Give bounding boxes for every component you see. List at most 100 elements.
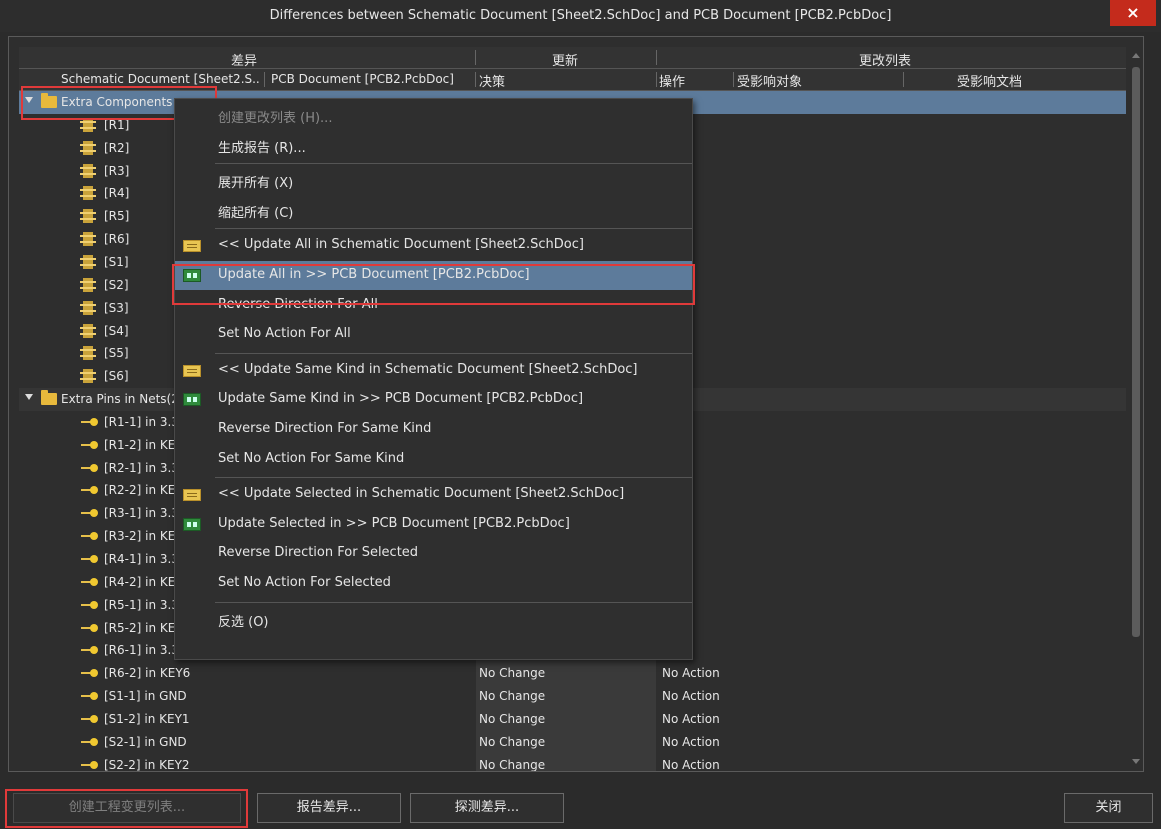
pin-icon	[81, 486, 98, 495]
component-label: [S6]	[104, 369, 129, 384]
menu-item[interactable]: Reverse Direction For Selected	[175, 539, 692, 568]
report-differences-button[interactable]: 报告差异...	[257, 793, 401, 823]
menu-item-label: Reverse Direction For All	[218, 296, 378, 312]
pin-icon	[81, 440, 98, 449]
folder-icon	[41, 93, 57, 108]
pin-icon	[81, 600, 98, 609]
pin-label: [R6-1] in 3.3	[104, 643, 179, 658]
decision-cell[interactable]: No Change	[476, 730, 656, 754]
pcb-doc-icon	[183, 393, 201, 407]
action-text: No Action	[662, 666, 720, 681]
component-icon	[80, 140, 96, 155]
pin-icon	[81, 669, 98, 678]
menu-item[interactable]: Set No Action For Selected	[175, 569, 692, 598]
menu-item[interactable]: 反选 (O)	[175, 605, 692, 634]
pin-label: [R1-2] in KEY	[104, 437, 183, 452]
header-row-columns: Schematic Document [Sheet2.S... PCB Docu…	[19, 69, 1126, 91]
header-changelist: 更改列表	[859, 54, 912, 69]
menu-item[interactable]: << Update Selected in Schematic Document…	[175, 480, 692, 509]
pin-label: [R6-2] in KEY6	[104, 666, 191, 681]
column-schematic-doc[interactable]: Schematic Document [Sheet2.S...	[61, 72, 261, 86]
pin-icon	[81, 509, 98, 518]
pin-icon	[81, 555, 98, 563]
pcb-doc-icon	[183, 517, 201, 531]
action-cell: No Action	[659, 662, 799, 685]
action-cell: No Action	[659, 731, 799, 754]
expand-triangle-icon[interactable]	[25, 97, 33, 103]
menu-item[interactable]: Update Selected in >> PCB Document [PCB2…	[175, 510, 692, 539]
pin-icon	[81, 417, 98, 426]
component-label: [R5]	[104, 209, 130, 224]
decision-text: No Change	[479, 734, 546, 749]
column-action[interactable]: 操作	[659, 71, 685, 90]
menu-item[interactable]: 创建更改列表 (H)...	[175, 101, 692, 130]
action-cell: No Action	[659, 708, 799, 731]
pin-row[interactable]: [S2-2] in KEY2 No Change No Action	[19, 753, 1126, 771]
action-text: No Action	[662, 689, 720, 704]
pin-row[interactable]: [R6-2] in KEY6 No Change No Action	[19, 662, 1126, 686]
menu-item[interactable]: Reverse Direction For Same Kind	[175, 415, 692, 444]
component-label: [R4]	[104, 186, 130, 201]
scroll-thumb[interactable]	[1132, 67, 1140, 637]
menu-item[interactable]: Set No Action For Same Kind	[175, 445, 692, 474]
decision-cell[interactable]: No Change	[476, 662, 656, 686]
menu-item-label: Update Same Kind in >> PCB Document [PCB…	[218, 391, 584, 407]
component-icon	[80, 232, 96, 247]
header-diff: 差异	[231, 54, 258, 69]
menu-item-label: << Update All in Schematic Document [She…	[218, 237, 584, 253]
component-label: [R2]	[104, 140, 130, 155]
component-icon	[80, 117, 96, 132]
menu-item-label: 反选 (O)	[218, 614, 269, 630]
action-cell: No Action	[659, 685, 799, 708]
close-button[interactable]: 关闭	[1064, 793, 1153, 823]
pin-row[interactable]: [S2-1] in GND No Change No Action	[19, 730, 1126, 754]
menu-item[interactable]: << Update All in Schematic Document [She…	[175, 231, 692, 260]
pin-label: [R5-2] in KEY	[104, 620, 183, 635]
pin-label: [R3-1] in 3.3	[104, 506, 179, 521]
component-icon	[80, 209, 96, 224]
scroll-down-arrow-icon[interactable]	[1132, 759, 1140, 764]
explore-differences-button[interactable]: 探测差异...	[410, 793, 564, 823]
create-ecl-button[interactable]: 创建工程变更列表...	[13, 793, 241, 823]
menu-item[interactable]: Set No Action For All	[175, 320, 692, 349]
menu-item[interactable]: 生成报告 (R)...	[175, 131, 692, 160]
menu-item[interactable]: Update All in >> PCB Document [PCB2.PcbD…	[175, 261, 692, 290]
pin-label: [S2-1] in GND	[104, 734, 187, 749]
component-icon	[80, 300, 96, 315]
menu-item[interactable]: 展开所有 (X)	[175, 166, 692, 195]
component-label: [R3]	[104, 163, 130, 178]
column-pcb-doc[interactable]: PCB Document [PCB2.PcbDoc]	[271, 72, 471, 86]
group-label: Extra Pins in Nets(2	[61, 392, 179, 407]
pin-row[interactable]: [S1-1] in GND No Change No Action	[19, 685, 1126, 709]
header-separator	[475, 50, 476, 65]
header-separator	[903, 72, 904, 87]
menu-item-label: 展开所有 (X)	[218, 176, 294, 192]
column-affected-object[interactable]: 受影响对象	[737, 71, 802, 90]
pin-label: [S2-2] in KEY2	[104, 757, 190, 771]
scroll-up-arrow-icon[interactable]	[1132, 53, 1140, 58]
component-label: [S2]	[104, 277, 129, 292]
menu-item[interactable]: << Update Same Kind in Schematic Documen…	[175, 356, 692, 385]
pin-icon	[81, 577, 98, 586]
menu-separator	[215, 477, 692, 479]
column-affected-doc[interactable]: 受影响文档	[957, 71, 1022, 90]
pin-label: [S1-1] in GND	[104, 689, 187, 704]
column-decision[interactable]: 决策	[479, 71, 505, 90]
decision-cell[interactable]: No Change	[476, 707, 656, 731]
vertical-scrollbar[interactable]	[1129, 47, 1143, 769]
expand-triangle-icon[interactable]	[25, 394, 33, 401]
menu-item[interactable]: Reverse Direction For All	[175, 291, 692, 320]
menu-separator	[215, 352, 692, 354]
action-cell: No Action	[659, 754, 799, 771]
component-label: [R6]	[104, 232, 130, 247]
menu-item[interactable]: Update Same Kind in >> PCB Document [PCB…	[175, 385, 692, 414]
menu-item[interactable]: 缩起所有 (C)	[175, 196, 692, 225]
pin-label: [R4-1] in 3.3	[104, 552, 179, 566]
close-window-button[interactable]: ×	[1110, 0, 1156, 26]
decision-cell[interactable]: No Change	[476, 753, 656, 771]
pin-row[interactable]: [S1-2] in KEY1 No Change No Action	[19, 707, 1126, 731]
decision-cell[interactable]: No Change	[476, 685, 656, 709]
pcb-doc-icon	[183, 269, 201, 282]
action-text: No Action	[662, 734, 720, 749]
menu-item-label: Update Selected in >> PCB Document [PCB2…	[218, 515, 570, 531]
